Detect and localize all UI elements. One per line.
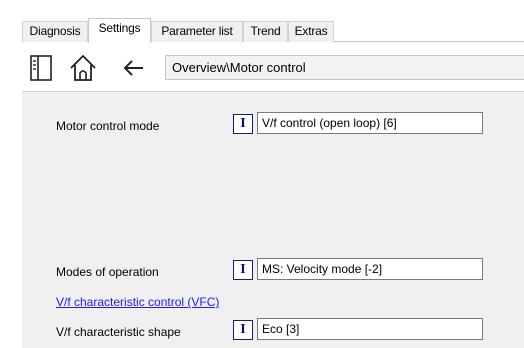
- info-badge[interactable]: I: [233, 114, 253, 134]
- modes-of-operation-label: Modes of operation: [56, 265, 159, 279]
- breadcrumb: Overview\Motor control: [165, 55, 524, 80]
- motor-control-mode-label: Motor control mode: [56, 119, 160, 133]
- motor-control-mode-field[interactable]: V/f control (open loop) [6]: [257, 112, 483, 134]
- tab-diagnosis[interactable]: Diagnosis: [22, 21, 88, 42]
- tab-trend[interactable]: Trend: [243, 21, 288, 42]
- vf-shape-label: V/f characteristic shape: [56, 325, 181, 339]
- toolbar: Overview\Motor control: [22, 43, 524, 91]
- home-icon[interactable]: [68, 53, 98, 83]
- tab-extras[interactable]: Extras: [288, 21, 334, 42]
- vfc-link[interactable]: V/f characteristic control (VFC): [56, 295, 219, 309]
- vf-shape-field[interactable]: Eco [3]: [257, 318, 483, 340]
- info-badge[interactable]: I: [233, 260, 253, 280]
- settings-panel: Motor control mode I V/f control (open l…: [22, 91, 524, 348]
- info-badge[interactable]: I: [233, 320, 253, 340]
- tab-bar: Diagnosis Settings Parameter list Trend …: [22, 18, 524, 43]
- tab-parameter-list[interactable]: Parameter list: [151, 21, 243, 42]
- tab-settings[interactable]: Settings: [88, 18, 151, 43]
- modes-of-operation-field[interactable]: MS: Velocity mode [-2]: [257, 258, 483, 280]
- panel-toggle-icon[interactable]: [26, 53, 56, 83]
- back-arrow-icon[interactable]: [119, 53, 149, 83]
